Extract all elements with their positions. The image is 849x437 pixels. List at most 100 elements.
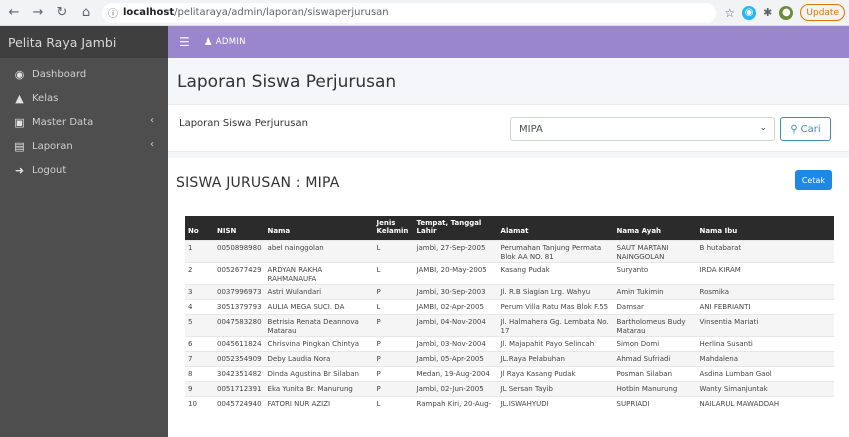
header-jenis-kelamin: Jenis Kelamin [373, 216, 414, 240]
cell-no: 2 [185, 261, 214, 284]
user-name[interactable]: ADMIN [216, 37, 246, 47]
cell-jk: L [373, 239, 414, 262]
kelas-icon: ▲ [15, 91, 24, 105]
cell-ibu: NAILARUL MAWADDAH [696, 395, 834, 411]
cell-ttl: Jambi, 03-Nov-2004 [413, 335, 498, 351]
print-button[interactable]: Cetak [794, 170, 832, 190]
url-host: localhost [123, 7, 175, 18]
cell-jk: P [373, 313, 414, 336]
cell-alamat: Kasang Pudak [497, 261, 614, 284]
cell-alamat: Jl. Majapahit Payo Selincah [497, 335, 614, 351]
address-bar[interactable]: ⓘ localhost/pelitaraya/admin/laporan/sis… [102, 2, 717, 23]
cell-jk: P [373, 365, 414, 381]
cell-no: 5 [185, 313, 214, 336]
top-navbar: ☰ ♟ ADMIN [168, 26, 849, 58]
cell-ayah: Simon Domi [613, 335, 697, 351]
bookmark-star-icon[interactable]: ☆ [724, 6, 735, 20]
section-title: SISWA JURUSAN : MIPA [176, 175, 340, 191]
extensions-puzzle-icon[interactable]: ✱ [763, 6, 772, 19]
chevron-left-icon: ‹ [150, 139, 154, 150]
dashboard-icon: ◉ [14, 67, 25, 81]
update-button[interactable]: Update [800, 4, 845, 21]
cell-ibu: Wanty Simanjuntak [696, 380, 834, 396]
cell-ayah: Suryanto [613, 261, 697, 284]
cell-nisn: 3042351482 [214, 365, 265, 381]
search-button-label: Cari [800, 123, 821, 135]
sidebar-item-label: Logout [32, 164, 67, 176]
cell-no: 3 [185, 283, 214, 299]
home-icon[interactable]: ⌂ [76, 3, 96, 23]
forward-arrow-icon[interactable]: → [28, 3, 48, 23]
jurusan-select-value: MIPA [519, 123, 543, 135]
cell-nisn: 3051379793 [214, 298, 265, 314]
browser-toolbar: ← → ↻ ⌂ ⓘ localhost/pelitaraya/admin/lap… [0, 0, 849, 26]
header-nama-ayah: Nama Ayah [613, 216, 697, 240]
sidebar-item-label: Kelas [32, 92, 59, 104]
sidebar: Pelita Raya Jambi ◉ Dashboard ▲ Kelas ▣ … [0, 26, 168, 437]
user-icon[interactable]: ♟ [204, 37, 213, 48]
cell-nisn: 0051712391 [214, 380, 265, 396]
cell-alamat: JL.Raya Pelabuhan [497, 350, 614, 366]
cell-jk: P [373, 283, 414, 299]
table-row: 9 0051712391 Eka Yunita Br. Manurung P Jambi… [185, 380, 834, 396]
cell-no: 1 [185, 239, 214, 262]
cell-ibu: IRDA KIRAM [696, 261, 834, 284]
cell-ibu: ANI FEBRIANTI [696, 298, 834, 314]
table-row: 1 0050898980 abel nainggolan Ljambi, 27-Sep… [185, 239, 834, 262]
header-ttl: Tempat, Tanggal Lahir [413, 216, 498, 240]
cell-ayah: Posman Silaban [613, 365, 697, 381]
student-table: No NISN Nama Jenis Kelamin Tempat, Tangga… [185, 216, 834, 411]
cell-alamat: Perum Villa Ratu Mas Blok F.55 [497, 298, 614, 314]
table-body: 1 0050898980 abel nainggolan Ljambi, 27-Sep… [185, 239, 834, 411]
table-row: 7 0052354909 Deby Laudia Nora P Jambi, 05-Ap… [185, 350, 834, 366]
header-alamat: Alamat [497, 216, 614, 240]
cell-ttl: Jambi, 05-Apr-2005 [413, 350, 498, 366]
chevron-down-icon: ⌄ [759, 123, 767, 133]
sidebar-item-master-data[interactable]: ▣ Master Data ‹ [0, 110, 168, 134]
filter-label: Laporan Siswa Perjurusan [179, 118, 308, 129]
sidebar-item-kelas[interactable]: ▲ Kelas [0, 86, 168, 110]
cell-nisn: 0045724940 [214, 395, 265, 411]
cell-nama: Deby Laudia Nora [264, 350, 374, 366]
table-row: 5 0047583280 Betrisia Renata Deannova Mata… [185, 313, 834, 336]
cell-ttl: Jambi, 04-Nov-2004 [413, 313, 498, 336]
sidebar-item-label: Master Data [32, 116, 94, 128]
filter-card: Laporan Siswa Perjurusan MIPA ⌄ ⚲ Cari [168, 104, 849, 152]
table-header-row: No NISN Nama Jenis Kelamin Tempat, Tangga… [185, 216, 834, 240]
sidebar-item-logout[interactable]: ➜ Logout [0, 158, 168, 182]
cell-nisn: 0052354909 [214, 350, 265, 366]
cell-jk: P [373, 335, 414, 351]
cell-no: 10 [185, 395, 214, 411]
cell-jk: L [373, 395, 414, 411]
jurusan-select[interactable]: MIPA ⌄ [510, 117, 775, 141]
cell-nama: Betrisia Renata Deannova Matarau [264, 313, 374, 336]
cell-ttl: JAMBI, 02-Apr-2005 [413, 298, 498, 314]
cell-ayah: Bartholomeus Budy Matarau [613, 313, 697, 336]
site-info-icon[interactable]: ⓘ [108, 5, 118, 20]
sidebar-item-label: Laporan [32, 140, 73, 152]
brand-title[interactable]: Pelita Raya Jambi [0, 26, 168, 58]
cell-nama: Dinda Agustina Br Silaban [264, 365, 374, 381]
hamburger-menu-icon[interactable]: ☰ [179, 35, 190, 49]
sidebar-item-dashboard[interactable]: ◉ Dashboard [0, 62, 168, 86]
reload-icon[interactable]: ↻ [52, 3, 72, 23]
cell-jk: P [373, 380, 414, 396]
cell-no: 7 [185, 350, 214, 366]
cell-ttl: Jambi, 02-Jun-2005 [413, 380, 498, 396]
header-jk-line2: Kelamin [376, 226, 409, 235]
search-button[interactable]: ⚲ Cari [780, 117, 831, 141]
sidebar-item-laporan[interactable]: ▤ Laporan ‹ [0, 134, 168, 158]
cell-ayah: Ahmad Sufriadi [613, 350, 697, 366]
extension-icon[interactable]: ◉ [742, 5, 757, 20]
profile-avatar-icon[interactable]: ● [779, 5, 794, 20]
sidebar-menu: ◉ Dashboard ▲ Kelas ▣ Master Data ‹ ▤ La… [0, 58, 168, 182]
cell-alamat: Jl. Halmahera Gg. Lembata No. 17 [497, 313, 614, 336]
cell-ibu: Mahdalena [696, 350, 834, 366]
back-arrow-icon[interactable]: ← [4, 3, 24, 23]
cell-no: 8 [185, 365, 214, 381]
header-jk-line1: Jenis [376, 218, 396, 227]
cell-nama: abel nainggolan [264, 239, 374, 262]
cell-ttl: Medan, 19-Aug-2004 [413, 365, 498, 381]
cell-ttl: Rampah Kiri, 20-Aug- [413, 395, 498, 411]
url-path: /pelitaraya/admin/laporan/siswaperjurusa… [174, 7, 389, 18]
